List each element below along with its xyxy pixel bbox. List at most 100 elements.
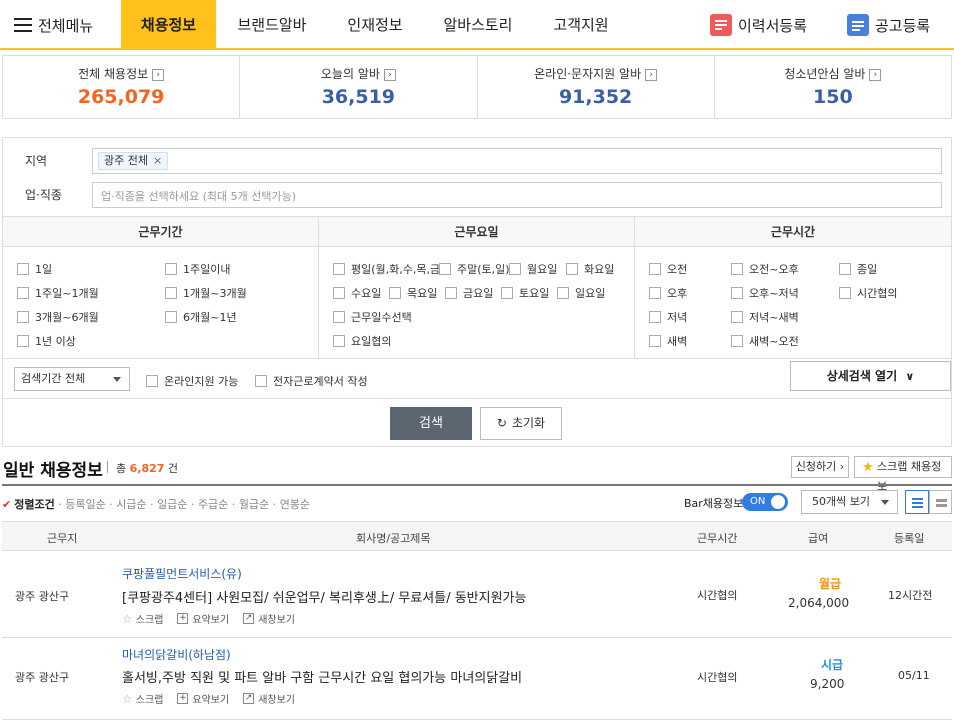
day-option[interactable]: 근무일수선택 [333, 309, 412, 325]
checkbox[interactable] [839, 287, 851, 299]
econtract-checkbox[interactable]: 전자근로계약서 작성 [255, 373, 368, 389]
hour-option[interactable]: 시간협의 [839, 285, 897, 301]
sort-option[interactable]: 등록일순 [65, 498, 105, 511]
day-option[interactable]: 주말(토,일) [439, 261, 510, 277]
checkbox[interactable] [557, 287, 569, 299]
job-input[interactable]: 업·직종을 선택하세요 (최대 5개 선택가능) [92, 182, 942, 208]
sort-option[interactable]: 월급순 [239, 498, 269, 511]
sort-option-active[interactable]: 정렬조건 [14, 498, 54, 511]
compact-view-button[interactable] [929, 490, 952, 514]
day-option[interactable]: 수요일 [333, 285, 381, 301]
day-option[interactable]: 화요일 [566, 261, 614, 277]
day-option[interactable]: 토요일 [501, 285, 549, 301]
checkbox[interactable] [439, 263, 451, 275]
period-option[interactable]: 1주일~1개월 [17, 285, 99, 301]
day-option[interactable]: 평일(월,화,수,목,금) [333, 261, 444, 277]
tab-brand-alba[interactable]: 브랜드알바 [222, 0, 322, 48]
summary-action[interactable]: + 요약보기 [177, 691, 229, 706]
scrap-list-button[interactable]: ★ 스크랩 채용정보 [854, 456, 952, 493]
checkbox[interactable] [333, 311, 345, 323]
checkbox[interactable] [17, 263, 29, 275]
day-option[interactable]: 금요일 [445, 285, 493, 301]
detail-search-button[interactable]: 상세검색 열기 ∨ [790, 361, 951, 391]
checkbox[interactable] [165, 311, 177, 323]
hour-option[interactable]: 오전~오후 [731, 261, 799, 277]
tab-jobs[interactable]: 채용정보 [121, 0, 216, 48]
search-button[interactable]: 검색 [390, 407, 472, 440]
hour-option[interactable]: 저녁~새벽 [731, 309, 799, 325]
checkbox[interactable] [566, 263, 578, 275]
apply-button[interactable]: 신청하기 › [791, 456, 849, 478]
table-row[interactable]: 광주 광산구 쿠팡풀필먼트서비스(유) [쿠팡광주4센터] 사원모집/ 쉬운업무… [2, 551, 952, 638]
checkbox[interactable] [731, 263, 743, 275]
day-option[interactable]: 월요일 [509, 261, 557, 277]
per-page-select[interactable]: 50개씩 보기 [801, 490, 898, 514]
checkbox[interactable] [649, 263, 661, 275]
checkbox[interactable] [649, 287, 661, 299]
summary-action[interactable]: + 요약보기 [177, 611, 229, 626]
checkbox[interactable] [649, 311, 661, 323]
tab-talent[interactable]: 인재정보 [330, 0, 420, 48]
checkbox[interactable] [731, 335, 743, 347]
close-icon[interactable]: × [153, 154, 162, 167]
checkbox[interactable] [333, 287, 345, 299]
day-option[interactable]: 요일협의 [333, 333, 391, 349]
newwindow-action[interactable]: ↗ 새창보기 [243, 611, 295, 626]
row-title[interactable]: 홀서빙,주방 직원 및 파트 알바 구함 근무시간 요일 협의가능 마녀의닭갈비 [122, 667, 522, 686]
reset-button[interactable]: ↻ 초기화 [480, 407, 562, 440]
checkbox[interactable] [333, 263, 345, 275]
scrap-action[interactable]: ☆ 스크랩 [122, 611, 163, 627]
checkbox[interactable] [501, 287, 513, 299]
sort-option[interactable]: 주급순 [198, 498, 228, 511]
checkbox[interactable] [839, 263, 851, 275]
sort-option[interactable]: 연봉순 [280, 498, 310, 511]
checkbox[interactable] [255, 375, 267, 387]
hour-option[interactable]: 오후~저녁 [731, 285, 799, 301]
hour-option[interactable]: 새벽~오전 [731, 333, 799, 349]
newwindow-action[interactable]: ↗ 새창보기 [243, 691, 295, 706]
online-apply-checkbox[interactable]: 온라인지원 가능 [146, 373, 238, 389]
day-option[interactable]: 목요일 [389, 285, 437, 301]
checkbox[interactable] [17, 335, 29, 347]
sort-option[interactable]: 일급순 [157, 498, 187, 511]
stat-total[interactable]: 전체 채용정보 › 265,079 [3, 56, 241, 118]
hour-option[interactable]: 새벽 [649, 333, 687, 349]
period-option[interactable]: 1년 이상 [17, 333, 76, 349]
row-company[interactable]: 쿠팡풀필먼트서비스(유) [122, 565, 242, 582]
period-option[interactable]: 1일 [17, 261, 52, 277]
checkbox[interactable] [165, 263, 177, 275]
period-option[interactable]: 6개월~1년 [165, 309, 237, 325]
checkbox[interactable] [146, 375, 158, 387]
stat-online[interactable]: 온라인·문자지원 알바 › 91,352 [478, 56, 715, 118]
post-register-button[interactable]: 공고등록 [847, 0, 930, 50]
period-option[interactable]: 3개월~6개월 [17, 309, 99, 325]
resume-register-button[interactable]: 이력서등록 [710, 0, 807, 50]
checkbox[interactable] [649, 335, 661, 347]
period-option[interactable]: 1개월~3개월 [165, 285, 247, 301]
checkbox[interactable] [731, 287, 743, 299]
row-title[interactable]: [쿠팡광주4센터] 사원모집/ 쉬운업무/ 복리후생上/ 무료셔틀/ 동반지원가… [122, 587, 526, 606]
bar-toggle[interactable]: ON [742, 493, 788, 511]
checkbox[interactable] [17, 287, 29, 299]
term-select[interactable]: 검색기간 전체 [14, 367, 130, 391]
checkbox[interactable] [509, 263, 521, 275]
row-company[interactable]: 마녀의닭갈비(하남점) [122, 646, 231, 663]
checkbox[interactable] [333, 335, 345, 347]
checkbox[interactable] [17, 311, 29, 323]
list-view-button[interactable] [905, 490, 929, 514]
tab-alba-story[interactable]: 알바스토리 [428, 0, 528, 48]
period-option[interactable]: 1주일이내 [165, 261, 230, 277]
scrap-action[interactable]: ☆ 스크랩 [122, 691, 163, 707]
checkbox[interactable] [389, 287, 401, 299]
table-row[interactable]: 광주 광산구 마녀의닭갈비(하남점) 홀서빙,주방 직원 및 파트 알바 구함 … [2, 638, 952, 720]
checkbox[interactable] [731, 311, 743, 323]
hour-option[interactable]: 오전 [649, 261, 687, 277]
hour-option[interactable]: 종일 [839, 261, 877, 277]
stat-youth[interactable]: 청소년안심 알바 › 150 [715, 56, 951, 118]
checkbox[interactable] [165, 287, 177, 299]
day-option[interactable]: 일요일 [557, 285, 605, 301]
tab-support[interactable]: 고객지원 [536, 0, 626, 48]
all-menu-button[interactable]: 전체메뉴 [14, 0, 93, 50]
hour-option[interactable]: 오후 [649, 285, 687, 301]
region-input[interactable]: 광주 전체 × [92, 148, 942, 174]
